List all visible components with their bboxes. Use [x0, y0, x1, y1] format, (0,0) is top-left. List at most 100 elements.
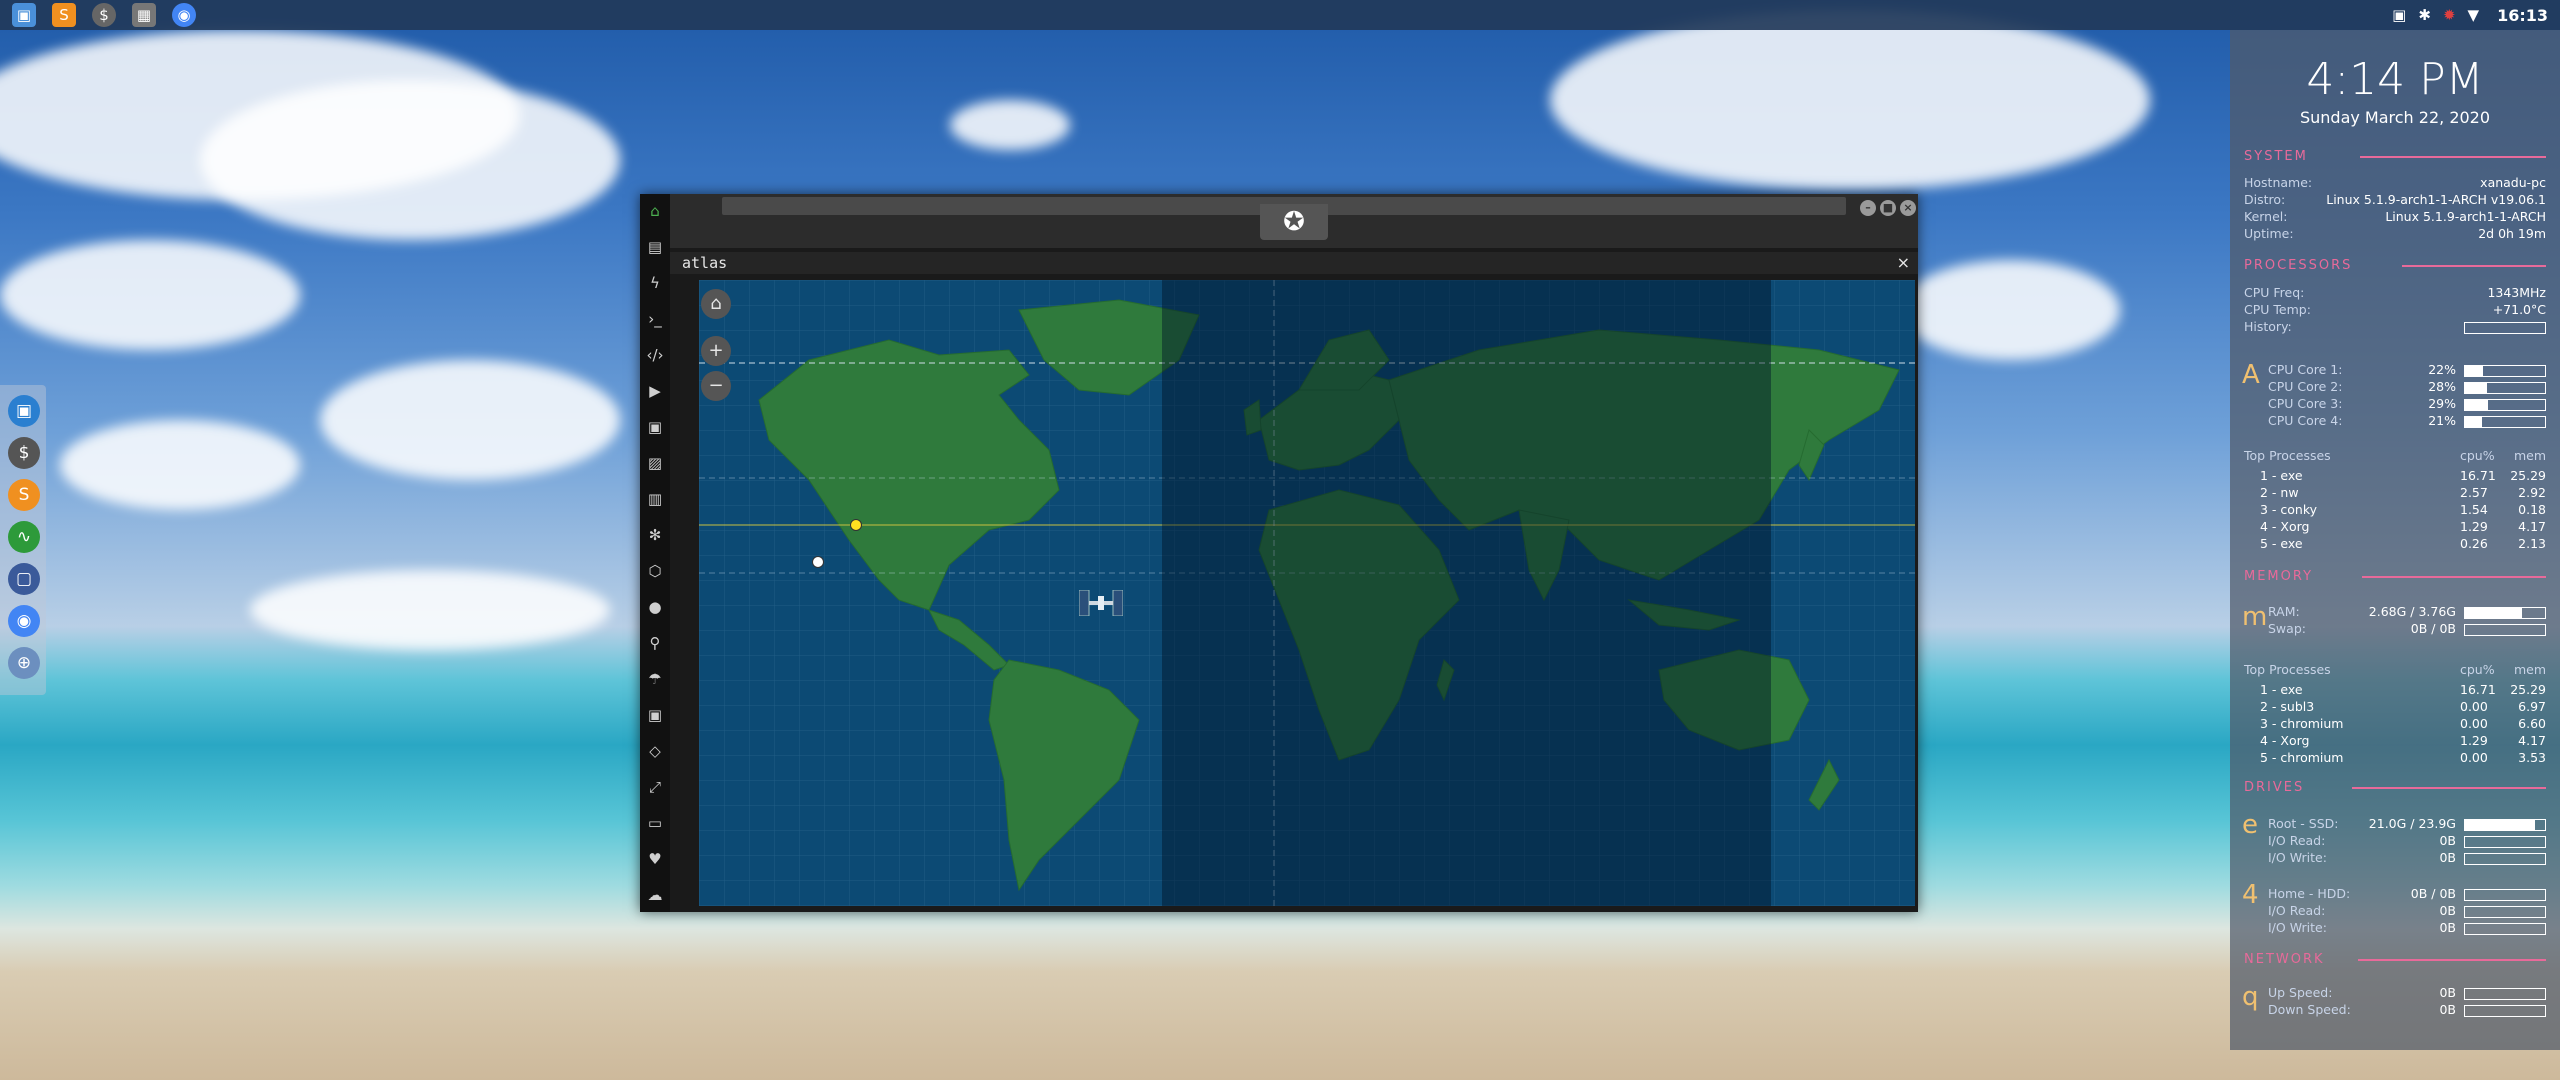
globe-icon[interactable]: ⊕ [8, 647, 40, 679]
process-mem: 25.29 [2510, 468, 2546, 483]
top-panel: ▣ S $ ▦ ◉ ▣ ✱ ✹ ▼ 16:13 [0, 0, 2560, 30]
process-mem: 6.60 [2518, 716, 2546, 731]
system-monitor-icon[interactable]: ∿ [8, 521, 40, 553]
scan-icon[interactable]: ▣ [644, 416, 666, 438]
pair-icon[interactable]: ◇ [644, 740, 666, 762]
zoom-out-button[interactable]: − [701, 371, 731, 401]
drive-glyph-2: 4 [2242, 880, 2259, 910]
wifi-icon[interactable]: ▼ [2468, 6, 2480, 24]
night-region [1162, 280, 1771, 906]
processor-row: CPU Temp: +71.0°C [2244, 302, 2546, 318]
code-icon[interactable]: ‹/› [644, 344, 666, 366]
youtube-icon[interactable]: ▭ [644, 812, 666, 834]
conky-value: 2d 0h 19m [2478, 226, 2546, 241]
terminal-money-icon[interactable]: $ [8, 437, 40, 469]
conky-value: xanadu-pc [2480, 175, 2546, 190]
files-icon[interactable]: ▣ [8, 395, 40, 427]
top-processes-title: Top Processes [2244, 662, 2331, 677]
umbrella-icon[interactable]: ☂ [644, 668, 666, 690]
mem-col-header: mem [2513, 662, 2546, 677]
sublime-icon[interactable]: S [52, 3, 76, 27]
conky-label: Down Speed: [2268, 1002, 2351, 1017]
usage-bar-fill [2465, 820, 2536, 830]
play-icon[interactable]: ▶ [644, 380, 666, 402]
conky-label: Swap: [2268, 621, 2306, 636]
usage-bar [2464, 836, 2546, 848]
network-divider [2358, 959, 2546, 961]
conky-value: Linux 5.1.9-arch1-1-ARCH v19.06.1 [2326, 192, 2546, 207]
conky-label: Uptime: [2244, 226, 2294, 241]
expand-icon[interactable]: ⤢ [644, 776, 666, 798]
usage-bar [2464, 322, 2546, 334]
map-home-button[interactable]: ⌂ [701, 289, 731, 319]
terminal-icon[interactable]: ›_ [644, 308, 666, 330]
conky-label: Hostname: [2244, 175, 2313, 190]
conky-value: 0B / 0B [2410, 886, 2456, 901]
process-mem: 4.17 [2518, 519, 2546, 534]
hexagon-icon[interactable]: ⬡ [644, 560, 666, 582]
chrome-icon[interactable]: ◉ [8, 605, 40, 637]
tab-close-button[interactable]: × [1897, 253, 1910, 272]
zoom-in-button[interactable]: + [701, 336, 731, 366]
conky-value: 1343MHz [2487, 285, 2546, 300]
usage-bar [2464, 399, 2546, 411]
bug-icon[interactable]: ✹ [2443, 6, 2456, 24]
sublime-icon[interactable]: S [8, 479, 40, 511]
conky-value: 0B [2439, 1002, 2456, 1017]
moon-position-marker[interactable] [812, 556, 824, 568]
process-mem: 2.13 [2518, 536, 2546, 551]
image-icon[interactable]: ▨ [644, 452, 666, 474]
document-icon[interactable]: ▤ [644, 236, 666, 258]
heart-icon[interactable]: ♥ [644, 848, 666, 870]
conky-value: 29% [2428, 396, 2456, 411]
window-titlebar[interactable]: ✪ – ■ × [670, 194, 1918, 248]
bolt-icon[interactable]: ϟ [644, 272, 666, 294]
usage-bar [2464, 365, 2546, 377]
rebel-logo-icon: ✪ [1260, 204, 1328, 240]
world-map[interactable]: ⌂ + − [699, 280, 1915, 906]
drive-row: I/O Write: 0B [2268, 850, 2546, 866]
conky-value: 21% [2428, 413, 2456, 428]
globe-icon[interactable]: ● [644, 596, 666, 618]
conky-label: History: [2244, 319, 2292, 334]
drives-heading: DRIVES [2244, 780, 2305, 795]
atom-icon[interactable]: ✻ [644, 524, 666, 546]
files-icon[interactable]: ▣ [12, 3, 36, 27]
usage-bar [2464, 988, 2546, 1000]
system-row: Kernel: Linux 5.1.9-arch1-1-ARCH [2244, 209, 2546, 225]
usage-bar [2464, 382, 2546, 394]
side-toolbar: ⌂ ▤ ϟ ›_ ‹/› ▶ ▣ ▨ ▥ ✻ ⬡ ● ⚲ ☂ ▣ ◇ ⤢ ▭ ♥… [640, 194, 670, 912]
sun-position-marker[interactable] [850, 519, 862, 531]
conky-label: CPU Core 3: [2268, 396, 2343, 411]
process-row: 5 - chromium 0.00 3.53 [2244, 750, 2546, 766]
process-mem: 4.17 [2518, 733, 2546, 748]
newspaper-icon[interactable]: ▥ [644, 488, 666, 510]
close-button[interactable]: × [1900, 200, 1916, 216]
cpu-core-row: CPU Core 1: 22% [2268, 362, 2546, 378]
drive-row: I/O Write: 0B [2268, 920, 2546, 936]
satellite-icon[interactable] [1078, 589, 1124, 617]
conky-value: 0B [2439, 850, 2456, 865]
memory-row: RAM: 2.68G / 3.76G [2268, 604, 2546, 620]
left-dock: ▣ $ S ∿ ▢ ◉ ⊕ [0, 385, 46, 695]
maximize-button[interactable]: ■ [1880, 200, 1896, 216]
contact-icon[interactable]: ▣ [644, 704, 666, 726]
bluetooth-icon[interactable]: ✱ [2418, 6, 2431, 24]
home-icon[interactable]: ⌂ [644, 200, 666, 222]
usage-bar [2464, 624, 2546, 636]
terminal-money-icon[interactable]: $ [92, 3, 116, 27]
tray-clock[interactable]: 16:13 [2497, 6, 2548, 25]
screenshot-icon[interactable]: ▢ [8, 563, 40, 595]
workspace-icon[interactable]: ▦ [132, 3, 156, 27]
image-icon[interactable]: ▣ [2392, 6, 2406, 24]
search-icon[interactable]: ⚲ [644, 632, 666, 654]
conky-value: Linux 5.1.9-arch1-1-ARCH [2385, 209, 2546, 224]
minimize-button[interactable]: – [1860, 200, 1876, 216]
cloud-icon[interactable]: ☁ [644, 884, 666, 906]
network-heading: NETWORK [2244, 952, 2325, 967]
system-tray: ▣ ✱ ✹ ▼ 16:13 [2392, 0, 2548, 30]
conky-value: 28% [2428, 379, 2456, 394]
chrome-icon[interactable]: ◉ [172, 3, 196, 27]
process-cpu: 0.00 [2460, 750, 2488, 765]
usage-bar [2464, 923, 2546, 935]
